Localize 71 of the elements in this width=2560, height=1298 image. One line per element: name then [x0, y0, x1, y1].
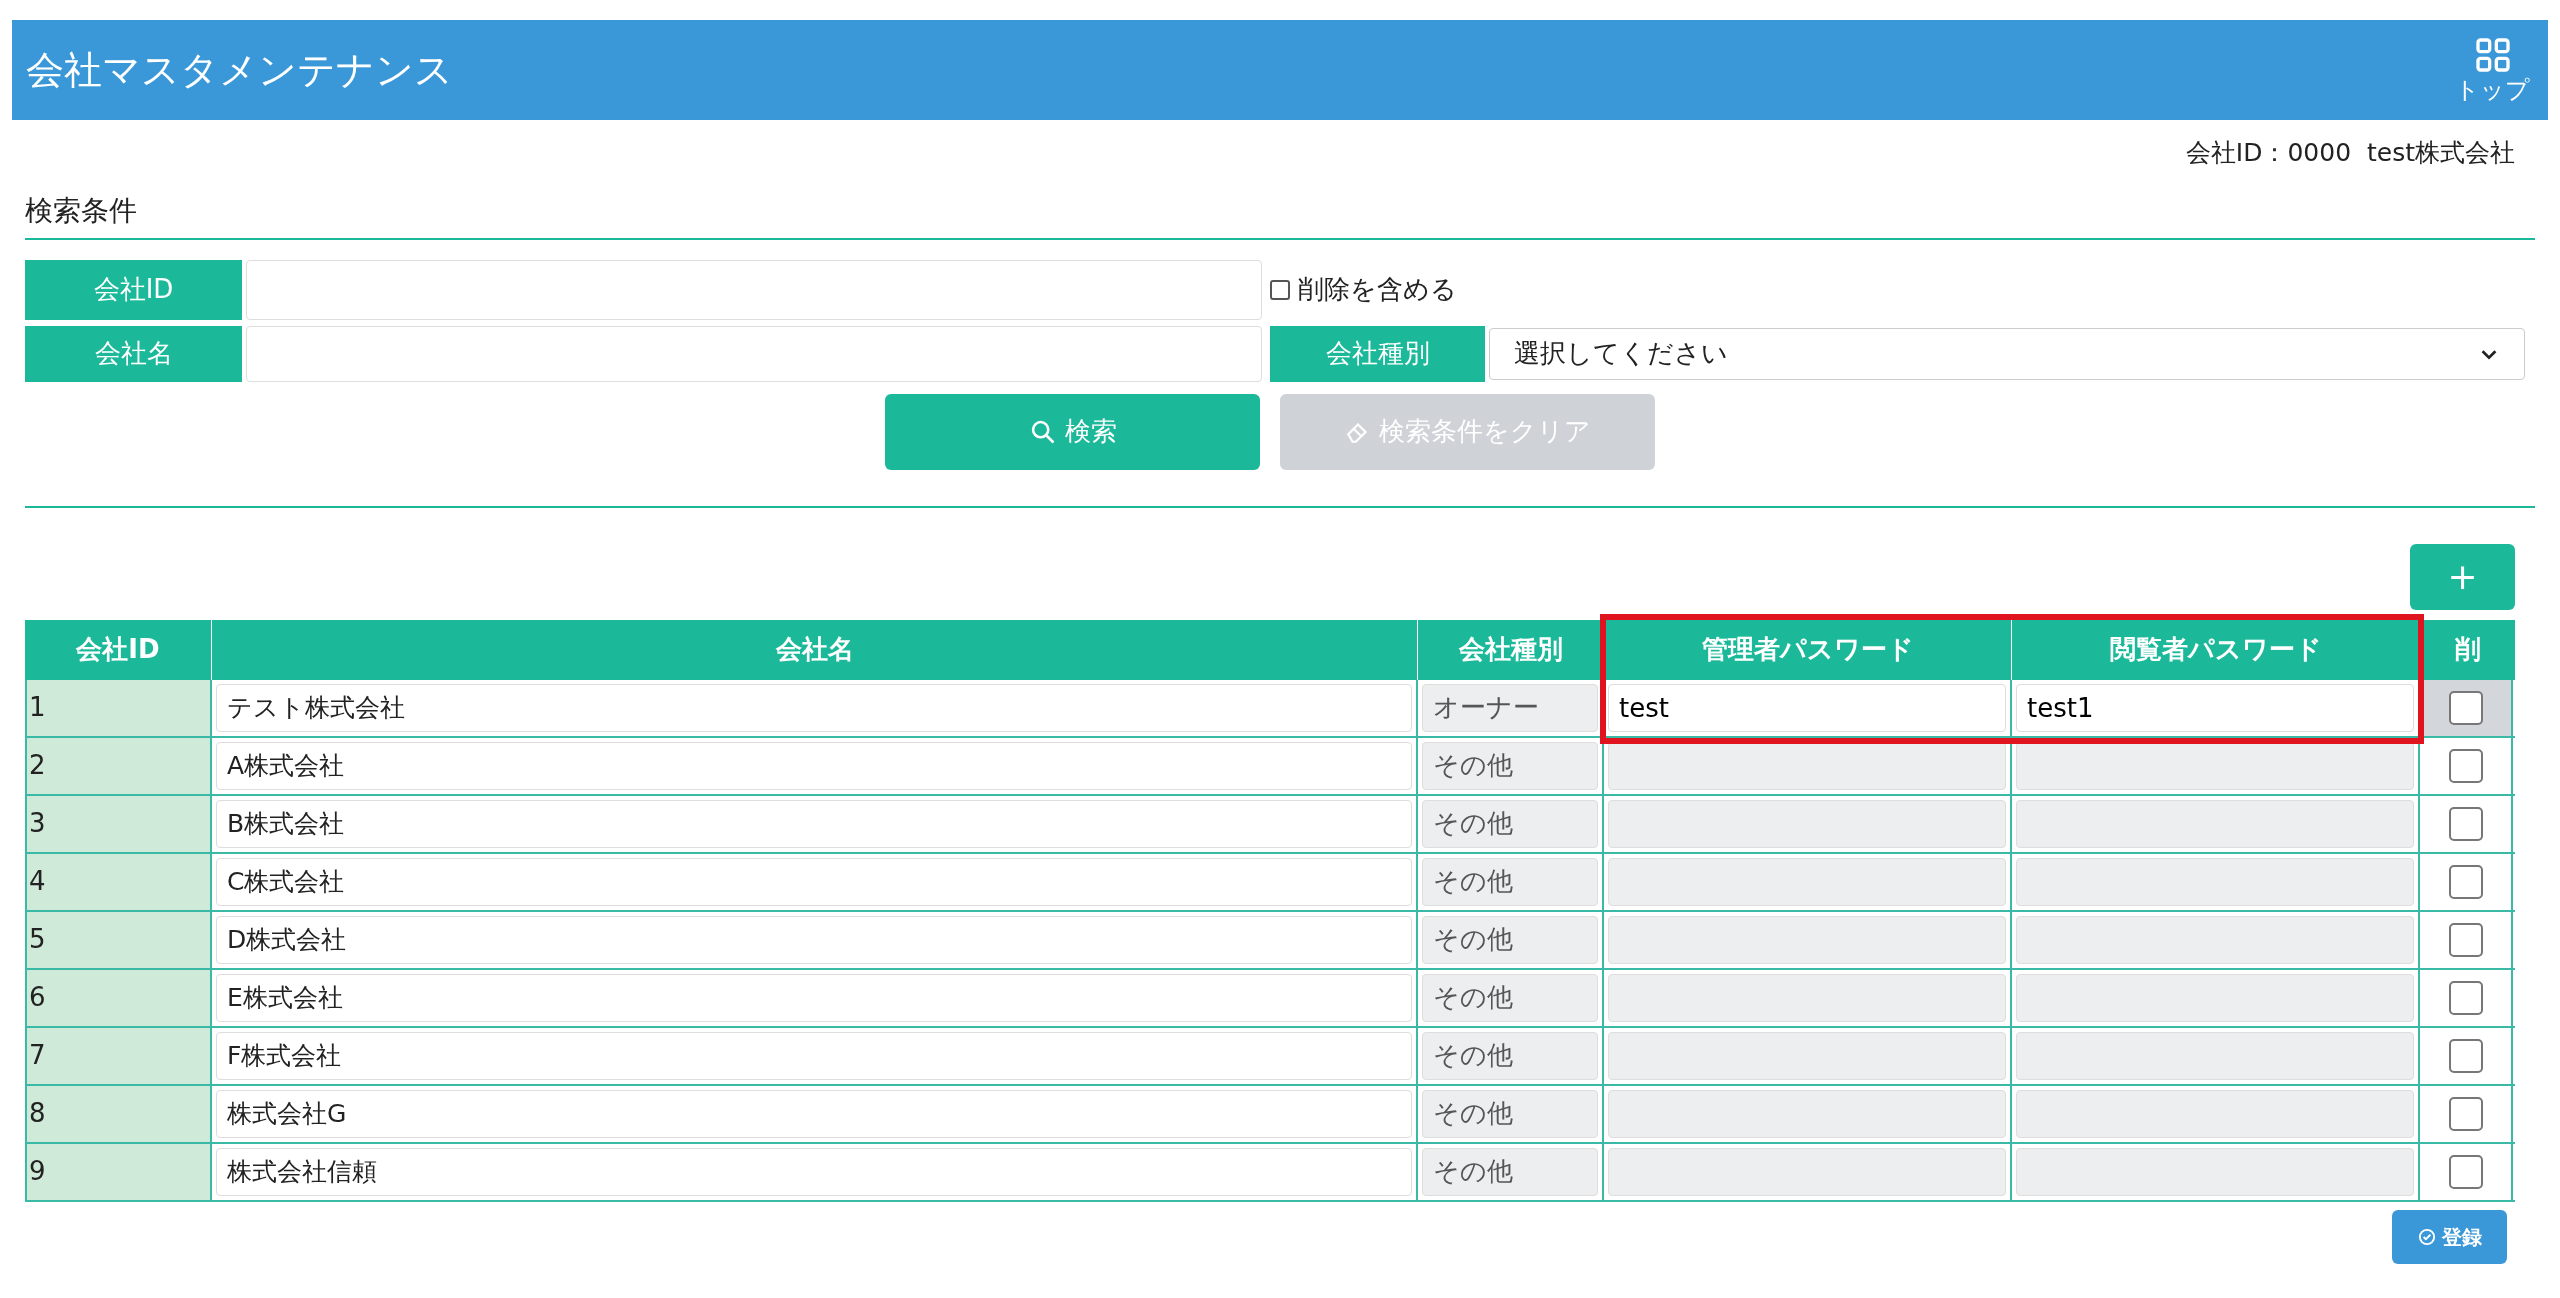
delete-checkbox[interactable]: [2448, 806, 2483, 841]
id-cell: 1: [27, 679, 212, 736]
column-header: 会社ID: [25, 619, 212, 680]
delete-checkbox[interactable]: [2448, 1154, 2483, 1189]
section-heading: 検索条件: [25, 193, 137, 227]
company-type-field[interactable]: その他: [1422, 915, 1598, 964]
password-field[interactable]: [1608, 915, 2006, 964]
company-type-field[interactable]: その他: [1422, 973, 1598, 1022]
column-header: 削: [2453, 633, 2482, 666]
field-label: 会社名: [25, 325, 242, 382]
user-info: 会社ID：0000 test株式会社: [2185, 137, 2515, 169]
delete-checkbox[interactable]: [2448, 980, 2483, 1015]
company-type-field[interactable]: オーナー: [1422, 683, 1598, 732]
company-name-field[interactable]: E株式会社: [216, 973, 1412, 1022]
company-name-field[interactable]: 株式会社信頼: [216, 1147, 1412, 1196]
id-cell: 3: [27, 795, 212, 852]
check-circle-icon: [2417, 1227, 2436, 1246]
password-field[interactable]: [2016, 857, 2414, 906]
company-name-field[interactable]: D株式会社: [216, 915, 1412, 964]
id-cell: 5: [27, 911, 212, 968]
password-field[interactable]: test1: [2016, 683, 2414, 732]
password-field[interactable]: [1608, 799, 2006, 848]
id-cell: 8: [27, 1085, 212, 1142]
company-name-field[interactable]: 株式会社G: [216, 1089, 1412, 1138]
id-cell: 7: [27, 1027, 212, 1084]
field-label: 会社ID: [25, 259, 242, 320]
delete-checkbox[interactable]: [2448, 748, 2483, 783]
password-field[interactable]: [2016, 799, 2414, 848]
company-name-field[interactable]: テスト株式会社: [216, 683, 1412, 732]
delete-checkbox[interactable]: [2448, 922, 2483, 957]
password-field[interactable]: [2016, 1147, 2414, 1196]
company-name-field[interactable]: F株式会社: [216, 1031, 1412, 1080]
company-type-field[interactable]: その他: [1422, 799, 1598, 848]
checkbox-icon: [1270, 279, 1290, 300]
company-type-field[interactable]: その他: [1422, 741, 1598, 790]
password-field[interactable]: [2016, 1031, 2414, 1080]
password-field[interactable]: [1608, 973, 2006, 1022]
company-type-field[interactable]: その他: [1422, 1089, 1598, 1138]
company-name-field[interactable]: A株式会社: [216, 741, 1412, 790]
password-field[interactable]: [1608, 1147, 2006, 1196]
company-name-input[interactable]: [246, 325, 1262, 382]
company-type-field[interactable]: その他: [1422, 857, 1598, 906]
column-header: 会社名: [212, 619, 1418, 680]
company-type-field[interactable]: その他: [1422, 1031, 1598, 1080]
company-type-select[interactable]: 選択してください: [1489, 327, 2525, 380]
delete-checkbox[interactable]: [2448, 1038, 2483, 1073]
password-field[interactable]: [1608, 1031, 2006, 1080]
password-field[interactable]: [1608, 1089, 2006, 1138]
id-cell: 9: [27, 1143, 212, 1200]
delete-checkbox[interactable]: [2448, 1096, 2483, 1131]
password-field[interactable]: [2016, 915, 2414, 964]
column-header: 管理者パスワード: [1604, 619, 2012, 680]
password-field[interactable]: [2016, 1089, 2414, 1138]
company-name-field[interactable]: B株式会社: [216, 799, 1412, 848]
column-header: 会社種別: [1418, 619, 1604, 680]
include-deleted-checkbox[interactable]: 削除を含める: [1270, 270, 1457, 309]
company-name-field[interactable]: C株式会社: [216, 857, 1412, 906]
password-field[interactable]: [1608, 741, 2006, 790]
field-label: 会社種別: [1270, 325, 1485, 382]
password-field[interactable]: [2016, 741, 2414, 790]
column-header: 閲覧者パスワード: [2012, 619, 2420, 680]
id-cell: 6: [27, 969, 212, 1026]
delete-checkbox[interactable]: [2448, 864, 2483, 899]
company-id-input[interactable]: [246, 259, 1262, 320]
id-cell: 4: [27, 853, 212, 910]
id-cell: 2: [27, 737, 212, 794]
password-field[interactable]: [1608, 857, 2006, 906]
password-field[interactable]: [2016, 973, 2414, 1022]
company-type-field[interactable]: その他: [1422, 1147, 1598, 1196]
page-title: 会社マスタメンテナンス: [26, 46, 453, 94]
password-field[interactable]: test: [1608, 683, 2006, 732]
